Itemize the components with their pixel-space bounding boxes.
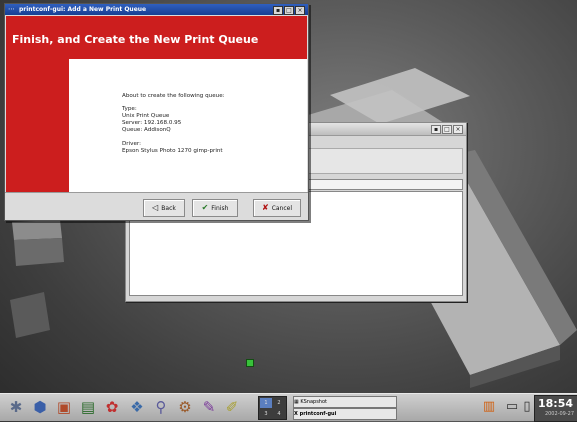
page-title: Finish, and Create the New Print Queue xyxy=(12,33,259,46)
queue-value: Queue: AddisonQ xyxy=(122,127,171,133)
driver-label: Driver: xyxy=(122,141,141,147)
editor-icon[interactable]: ✎ xyxy=(199,397,219,417)
maximize-icon[interactable]: □ xyxy=(284,6,294,15)
folder-icon[interactable]: ▣ xyxy=(54,397,74,417)
pen-icon[interactable]: ✐ xyxy=(222,397,242,417)
cancel-button-label: Cancel xyxy=(271,204,293,212)
pager-desktop-4[interactable]: 4 xyxy=(273,409,285,419)
desktop-pager[interactable]: 1 2 3 4 xyxy=(258,396,287,420)
cancel-button[interactable]: ✘ Cancel xyxy=(253,199,301,217)
intro-text: About to create the following queue: xyxy=(122,93,225,99)
clock-date: 2002-09-27 xyxy=(544,411,574,417)
terminal-icon[interactable]: ▤ xyxy=(78,397,98,417)
task-ksnapshot[interactable]: ▦ KSnapshot xyxy=(293,396,397,408)
dialog-header-banner: Finish, and Create the New Print Queue xyxy=(6,16,307,59)
taskbar: ✱ ⬢ ▣ ▤ ✿ ❖ ⚲ ⚙ ✎ ✐ 1 2 3 4 ▦ KSnapshot … xyxy=(0,393,577,422)
type-label: Type: xyxy=(122,106,137,112)
task-printconf-gui[interactable]: X printconf-gui xyxy=(293,408,397,420)
help-icon[interactable]: ✿ xyxy=(102,397,122,417)
home-icon[interactable]: ⬢ xyxy=(30,397,50,417)
task-label: printconf-gui xyxy=(299,411,337,417)
cancel-x-icon: ✘ xyxy=(261,203,269,212)
minimize-icon[interactable]: ▪ xyxy=(431,125,441,134)
close-icon[interactable]: × xyxy=(295,6,305,15)
back-button-label: Back xyxy=(161,204,176,212)
pager-desktop-3[interactable]: 3 xyxy=(260,409,272,419)
tray-printer-icon[interactable]: ▥ xyxy=(480,397,498,417)
clock-time: 18:54 xyxy=(537,397,573,410)
driver-value: Epson Stylus Photo 1270 gimp-print xyxy=(122,148,223,154)
dialog-title: printconf-gui: Add a New Print Queue xyxy=(19,6,147,13)
dialog-side-banner xyxy=(6,59,69,192)
maximize-icon[interactable]: □ xyxy=(442,125,452,134)
task-label: KSnapshot xyxy=(300,399,327,405)
dialog-titlebar[interactable]: ⋯ printconf-gui: Add a New Print Queue ▪… xyxy=(5,4,308,15)
checkmark-icon: ✔ xyxy=(201,203,209,212)
add-print-queue-dialog[interactable]: ⋯ printconf-gui: Add a New Print Queue ▪… xyxy=(4,3,309,221)
browser-icon[interactable]: ❖ xyxy=(127,397,147,417)
window-menu-icon[interactable]: ⋯ xyxy=(8,5,15,14)
back-button[interactable]: ◁ Back xyxy=(143,199,185,217)
finish-button[interactable]: ✔ Finish xyxy=(192,199,238,217)
clock[interactable]: 18:54 2002-09-27 xyxy=(534,395,577,422)
button-separator xyxy=(5,192,308,193)
search-icon[interactable]: ⚲ xyxy=(151,397,171,417)
settings-icon[interactable]: ⚙ xyxy=(175,397,195,417)
pager-desktop-2[interactable]: 2 xyxy=(273,398,285,408)
camera-icon: ▦ xyxy=(294,399,299,405)
back-arrow-icon: ◁ xyxy=(152,203,159,212)
green-indicator xyxy=(246,359,254,367)
close-icon[interactable]: × xyxy=(453,125,463,134)
kde-menu-icon[interactable]: ✱ xyxy=(6,397,26,417)
pager-desktop-1[interactable]: 1 xyxy=(260,398,272,408)
summary-panel: About to create the following queue: Typ… xyxy=(69,59,307,192)
type-value: Unix Print Queue xyxy=(122,113,170,119)
minimize-icon[interactable]: ▪ xyxy=(273,6,283,15)
x-app-icon: X xyxy=(294,411,298,417)
server-value: Server: 192.168.0.95 xyxy=(122,120,182,126)
finish-button-label: Finish xyxy=(211,204,229,212)
